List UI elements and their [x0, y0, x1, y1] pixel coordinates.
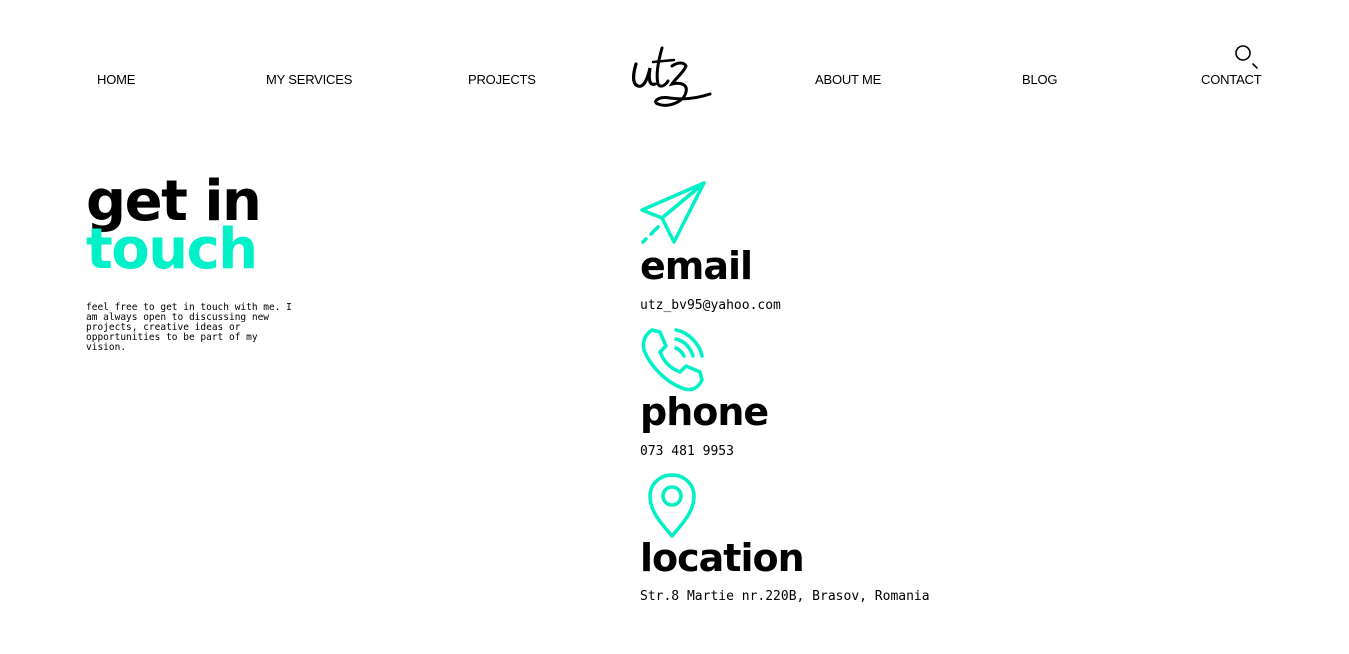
- phone-title: phone: [640, 390, 769, 434]
- nav-blog[interactable]: BLOG: [1022, 72, 1058, 87]
- nav-home[interactable]: HOME: [97, 72, 135, 87]
- map-pin-icon: [640, 472, 700, 545]
- site-logo[interactable]: [628, 40, 718, 112]
- title-line-2: touch: [86, 217, 258, 282]
- phone-ringing-icon: [640, 326, 708, 399]
- location-value: Str.8 Martie nr.220B, Brasov, Romania: [640, 589, 930, 604]
- email-title: email: [640, 244, 753, 288]
- email-value[interactable]: utz_bv95@yahoo.com: [640, 298, 781, 313]
- nav-about-me[interactable]: ABOUT ME: [815, 72, 881, 87]
- page-title: get in touch: [86, 174, 262, 282]
- search-button[interactable]: [1233, 44, 1259, 70]
- utz-logo-icon: [632, 46, 712, 107]
- nav-projects[interactable]: PROJECTS: [468, 72, 536, 87]
- hero-description: feel free to get in touch with me. I am …: [86, 302, 292, 353]
- paper-plane-icon: [640, 180, 708, 253]
- search-icon: [1235, 45, 1258, 69]
- phone-value[interactable]: 073 481 9953: [640, 444, 734, 459]
- location-title: location: [640, 536, 805, 580]
- nav-my-services[interactable]: MY SERVICES: [266, 72, 352, 87]
- nav-contact[interactable]: CONTACT: [1201, 72, 1262, 87]
